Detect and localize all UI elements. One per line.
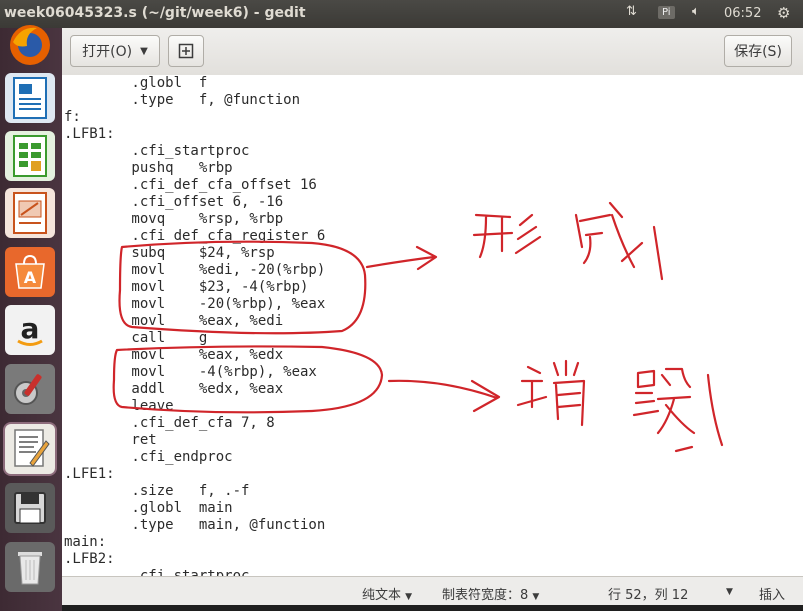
calc-icon[interactable] <box>5 131 55 181</box>
new-document-icon <box>178 43 194 59</box>
handwritten-annotations <box>112 201 724 453</box>
annotation-text-bottom <box>516 359 724 453</box>
input-method-indicator[interactable]: Pi <box>658 6 675 19</box>
gedit-icon[interactable] <box>5 424 55 474</box>
title-bar: week06045323.s (~/git/week6) - gedit ⇅ P… <box>0 0 803 28</box>
annotation-ellipse-top <box>118 240 367 335</box>
tab-width-label: 制表符宽度：8 <box>442 588 529 603</box>
syntax-mode-label: 纯文本 <box>362 588 402 603</box>
trash-icon[interactable] <box>5 542 55 592</box>
chevron-down-icon: ▼ <box>532 592 540 602</box>
chevron-down-icon: ▼ <box>405 592 413 602</box>
tab-width-dropdown[interactable]: 制表符宽度：8 ▼ <box>442 584 539 603</box>
clock[interactable]: 06:52 <box>724 6 761 21</box>
new-document-button[interactable] <box>168 35 204 67</box>
chevron-down-icon[interactable]: ▼ <box>726 587 733 597</box>
open-button[interactable]: 打开(O) ▼ <box>70 35 160 67</box>
firefox-icon[interactable] <box>5 20 55 70</box>
cursor-position-dropdown[interactable]: 行 52，列 12 <box>608 584 688 603</box>
power-gear-icon[interactable]: ⚙ <box>777 4 790 22</box>
save-drive-icon[interactable] <box>5 483 55 533</box>
annotation-arrow-top <box>365 245 438 271</box>
save-button-label: 保存(S) <box>734 44 782 60</box>
svg-text:A: A <box>24 268 37 287</box>
launcher: A a <box>0 25 62 611</box>
window-title: week06045323.s (~/git/week6) - gedit <box>4 5 306 21</box>
window-bottom-edge <box>62 605 803 611</box>
annotation-ellipse-bottom <box>112 345 384 414</box>
save-button[interactable]: 保存(S) <box>724 35 792 67</box>
network-arrows-icon[interactable]: ⇅ <box>626 4 637 19</box>
svg-text:a: a <box>21 312 40 345</box>
status-bar: 纯文本 ▼ 制表符宽度：8 ▼ 行 52，列 12 ▼ 插入 <box>62 576 803 606</box>
software-center-icon[interactable]: A <box>5 247 55 297</box>
system-settings-icon[interactable] <box>5 364 55 414</box>
amazon-icon[interactable]: a <box>5 305 55 355</box>
chevron-down-icon: ▼ <box>140 45 148 57</box>
text-editor[interactable]: .globl f .type f, @function f: .LFB1: .c… <box>62 75 803 576</box>
annotation-text-top <box>472 201 664 281</box>
insert-mode-indicator[interactable]: 插入 <box>759 584 785 603</box>
open-button-label: 打开(O) <box>82 44 133 60</box>
annotation-arrow-bottom <box>387 379 501 413</box>
cursor-position-label: 行 52，列 12 <box>608 588 689 603</box>
impress-icon[interactable] <box>5 188 55 238</box>
toolbar: 打开(O) ▼ 保存(S) <box>62 28 803 76</box>
writer-icon[interactable] <box>5 73 55 123</box>
syntax-mode-dropdown[interactable]: 纯文本 ▼ <box>362 584 412 603</box>
volume-icon[interactable]: 🔈︎ <box>692 4 700 19</box>
